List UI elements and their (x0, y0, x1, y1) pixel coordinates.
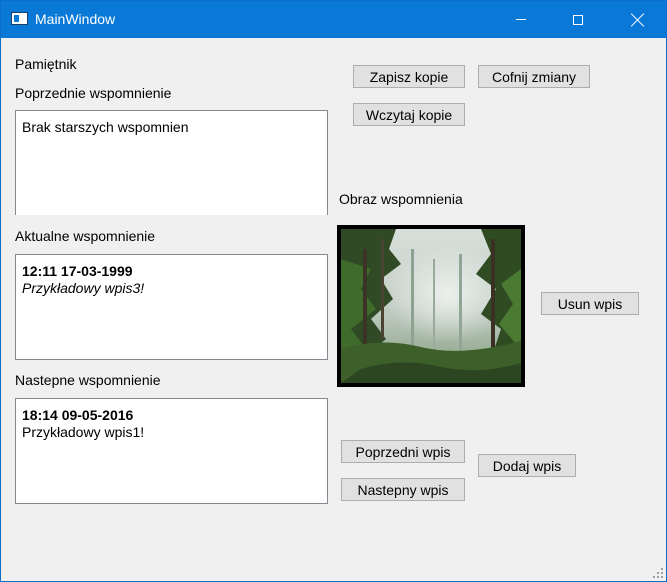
next-entry-button[interactable]: Nastepny wpis (341, 478, 465, 501)
delete-entry-button[interactable]: Usun wpis (541, 292, 639, 315)
close-button[interactable] (615, 1, 661, 38)
resize-grip-icon[interactable] (653, 568, 663, 578)
maximize-icon (573, 14, 583, 25)
main-window: MainWindow Pamiętnik Poprzednie wspomnie… (0, 0, 667, 582)
minimize-button[interactable] (498, 1, 544, 38)
maximize-button[interactable] (555, 1, 601, 38)
current-memory-text: Przykładowy wpis3! (22, 280, 145, 296)
previous-memory-heading: Poprzednie wspomnienie (15, 85, 172, 101)
undo-changes-button[interactable]: Cofnij zmiany (478, 65, 590, 88)
previous-memory-text: Brak starszych wspomnien (22, 119, 189, 135)
save-copy-button[interactable]: Zapisz kopie (353, 65, 465, 88)
previous-entry-button[interactable]: Poprzedni wpis (341, 440, 465, 463)
current-memory-box[interactable]: 12:11 17-03-1999 Przykładowy wpis3! (15, 254, 328, 360)
close-icon (631, 13, 645, 27)
image-heading: Obraz wspomnienia (339, 191, 463, 207)
window-title: MainWindow (35, 11, 116, 27)
next-memory-date: 18:14 09-05-2016 (22, 407, 134, 423)
memory-image (337, 225, 525, 387)
add-entry-button[interactable]: Dodaj wpis (478, 454, 576, 477)
next-memory-heading: Nastepne wspomnienie (15, 372, 161, 388)
app-label: Pamiętnik (15, 56, 77, 72)
minimize-icon (516, 19, 526, 20)
window-app-icon (11, 12, 28, 25)
next-memory-text: Przykładowy wpis1! (22, 424, 145, 440)
load-copy-button[interactable]: Wczytaj kopie (353, 103, 465, 126)
current-memory-heading: Aktualne wspomnienie (15, 228, 156, 244)
next-memory-box[interactable]: 18:14 09-05-2016 Przykładowy wpis1! (15, 398, 328, 504)
previous-memory-box[interactable]: Brak starszych wspomnien (15, 110, 328, 215)
current-memory-date: 12:11 17-03-1999 (22, 263, 133, 279)
forest-photo (341, 229, 521, 383)
title-bar[interactable]: MainWindow (1, 1, 666, 38)
